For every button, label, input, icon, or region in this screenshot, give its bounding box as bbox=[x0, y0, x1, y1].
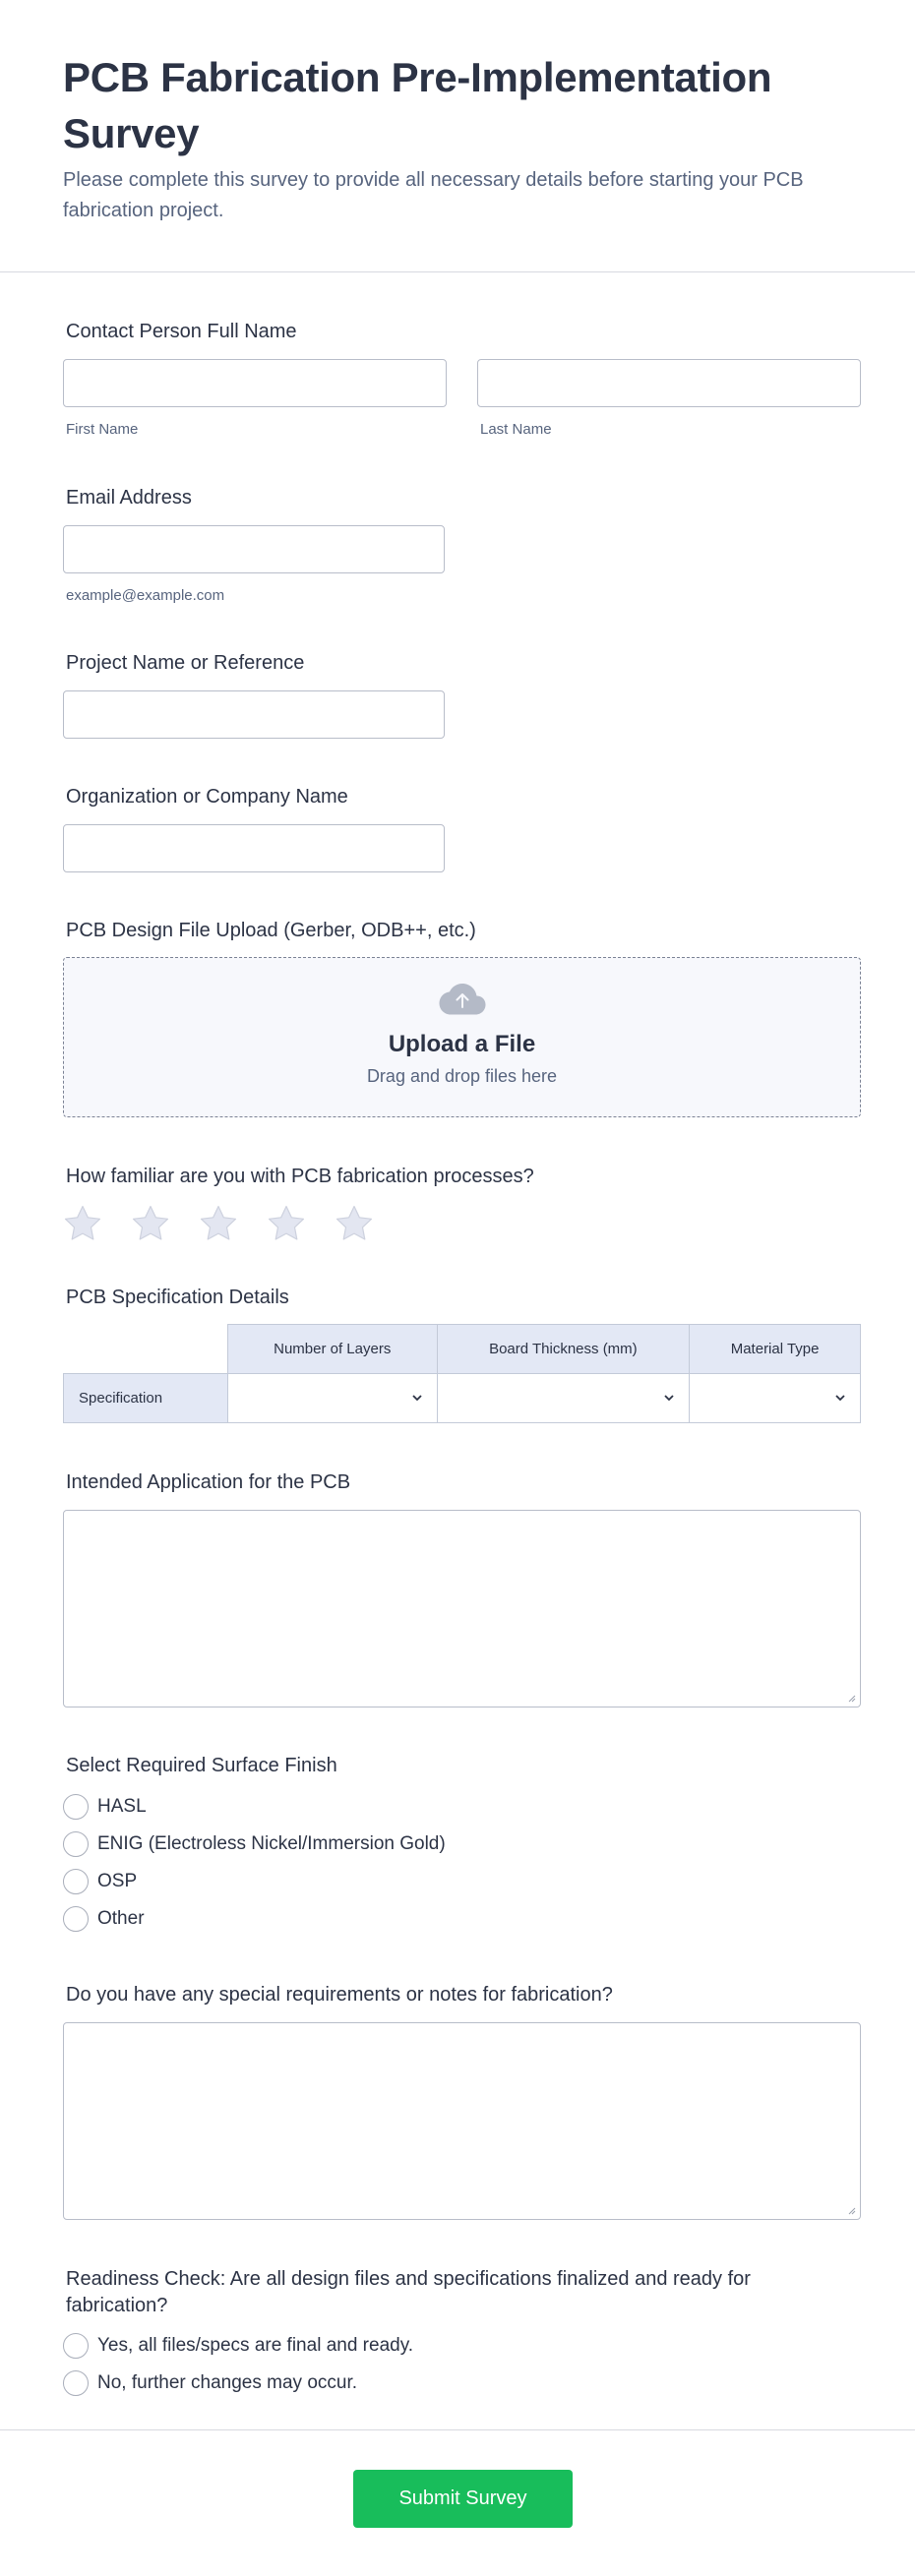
resize-grip-icon[interactable] bbox=[846, 2205, 856, 2215]
spec-matrix: Number of Layers Board Thickness (mm) Ma… bbox=[63, 1324, 861, 1423]
layers-select[interactable] bbox=[226, 1373, 438, 1423]
chevron-down-icon bbox=[411, 1395, 422, 1402]
form-header: PCB Fabrication Pre-Implementation Surve… bbox=[0, 0, 915, 272]
last-name-sublabel: Last Name bbox=[480, 421, 552, 438]
form-footer: Submit Survey bbox=[0, 2429, 915, 2576]
project-question: Project Name or Reference bbox=[63, 652, 861, 739]
surface-label: Select Required Surface Finish bbox=[66, 1755, 337, 1776]
radio-option-hasl[interactable]: HASL bbox=[63, 1788, 861, 1826]
application-label: Intended Application for the PCB bbox=[66, 1471, 351, 1493]
upload-title: Upload a File bbox=[388, 1031, 536, 1057]
star-rating bbox=[63, 1204, 861, 1243]
email-label: Email Address bbox=[66, 487, 192, 509]
upload-subtitle: Drag and drop files here bbox=[366, 1066, 558, 1086]
contact-name-label: Contact Person Full Name bbox=[66, 321, 297, 342]
project-label: Project Name or Reference bbox=[66, 652, 305, 674]
radio-option-yes[interactable]: Yes, all files/specs are final and ready… bbox=[63, 2327, 861, 2365]
matrix-col-material: Material Type bbox=[689, 1324, 861, 1374]
radio-label: OSP bbox=[97, 1871, 138, 1891]
chevron-down-icon bbox=[664, 1395, 674, 1402]
cloud-upload-icon bbox=[439, 984, 485, 1015]
star-icon[interactable] bbox=[131, 1204, 170, 1243]
radio-button[interactable] bbox=[63, 1906, 89, 1932]
organization-input[interactable] bbox=[63, 824, 445, 872]
project-input[interactable] bbox=[63, 690, 445, 739]
first-name-input[interactable] bbox=[63, 359, 447, 407]
radio-option-no[interactable]: No, further changes may occur. bbox=[63, 2365, 861, 2402]
contact-name-question: Contact Person Full Name First Name Last… bbox=[63, 321, 861, 438]
readiness-question: Readiness Check: Are all design files an… bbox=[63, 2266, 861, 2402]
star-icon[interactable] bbox=[63, 1204, 102, 1243]
notes-label: Do you have any special requirements or … bbox=[66, 1984, 613, 2006]
matrix-col-layers: Number of Layers bbox=[226, 1324, 438, 1374]
file-upload-dropzone[interactable]: Upload a File Drag and drop files here bbox=[63, 957, 861, 1117]
radio-option-enig[interactable]: ENIG (Electroless Nickel/Immersion Gold) bbox=[63, 1826, 861, 1863]
email-question: Email Address example@example.com bbox=[63, 487, 861, 604]
radio-label: No, further changes may occur. bbox=[97, 2372, 358, 2393]
radio-label: HASL bbox=[97, 1796, 147, 1817]
application-textarea[interactable] bbox=[63, 1510, 861, 1707]
readiness-label: Readiness Check: Are all design files an… bbox=[66, 2268, 751, 2316]
radio-label: Other bbox=[97, 1908, 145, 1929]
chevron-down-icon bbox=[835, 1395, 845, 1402]
spec-label: PCB Specification Details bbox=[66, 1287, 289, 1308]
first-name-sublabel: First Name bbox=[66, 421, 139, 438]
organization-question: Organization or Company Name bbox=[63, 786, 861, 872]
radio-button[interactable] bbox=[63, 1794, 89, 1820]
last-name-input[interactable] bbox=[477, 359, 861, 407]
application-question: Intended Application for the PCB bbox=[63, 1471, 861, 1707]
radio-button[interactable] bbox=[63, 2370, 89, 2396]
notes-textarea[interactable] bbox=[63, 2022, 861, 2220]
star-icon[interactable] bbox=[267, 1204, 306, 1243]
notes-question: Do you have any special requirements or … bbox=[63, 1984, 861, 2220]
radio-label: ENIG (Electroless Nickel/Immersion Gold) bbox=[97, 1833, 446, 1854]
upload-label: PCB Design File Upload (Gerber, ODB++, e… bbox=[66, 920, 476, 941]
radio-button[interactable] bbox=[63, 1831, 89, 1857]
familiarity-question: How familiar are you with PCB fabricatio… bbox=[63, 1166, 861, 1243]
email-sublabel: example@example.com bbox=[66, 587, 225, 604]
form-subtitle: Please complete this survey to provide a… bbox=[63, 169, 804, 221]
star-icon[interactable] bbox=[199, 1204, 238, 1243]
form-title: PCB Fabrication Pre-Implementation Surve… bbox=[63, 54, 772, 156]
radio-button[interactable] bbox=[63, 2333, 89, 2359]
spec-question: PCB Specification Details Number of Laye… bbox=[63, 1287, 861, 1423]
email-input[interactable] bbox=[63, 525, 445, 573]
radio-option-osp[interactable]: OSP bbox=[63, 1863, 861, 1900]
matrix-row-label: Specification bbox=[63, 1373, 228, 1423]
material-select[interactable] bbox=[689, 1373, 861, 1423]
familiarity-label: How familiar are you with PCB fabricatio… bbox=[66, 1166, 534, 1187]
radio-label: Yes, all files/specs are final and ready… bbox=[97, 2335, 414, 2356]
star-icon[interactable] bbox=[335, 1204, 374, 1243]
upload-question: PCB Design File Upload (Gerber, ODB++, e… bbox=[63, 920, 861, 1117]
submit-button[interactable]: Submit Survey bbox=[353, 2470, 573, 2528]
matrix-col-thickness: Board Thickness (mm) bbox=[436, 1324, 691, 1374]
resize-grip-icon[interactable] bbox=[846, 1693, 856, 1703]
radio-option-other[interactable]: Other bbox=[63, 1900, 861, 1938]
surface-question: Select Required Surface Finish HASL ENIG… bbox=[63, 1755, 861, 1938]
organization-label: Organization or Company Name bbox=[66, 786, 348, 808]
radio-button[interactable] bbox=[63, 1869, 89, 1894]
matrix-corner bbox=[63, 1324, 228, 1374]
thickness-select[interactable] bbox=[436, 1373, 691, 1423]
